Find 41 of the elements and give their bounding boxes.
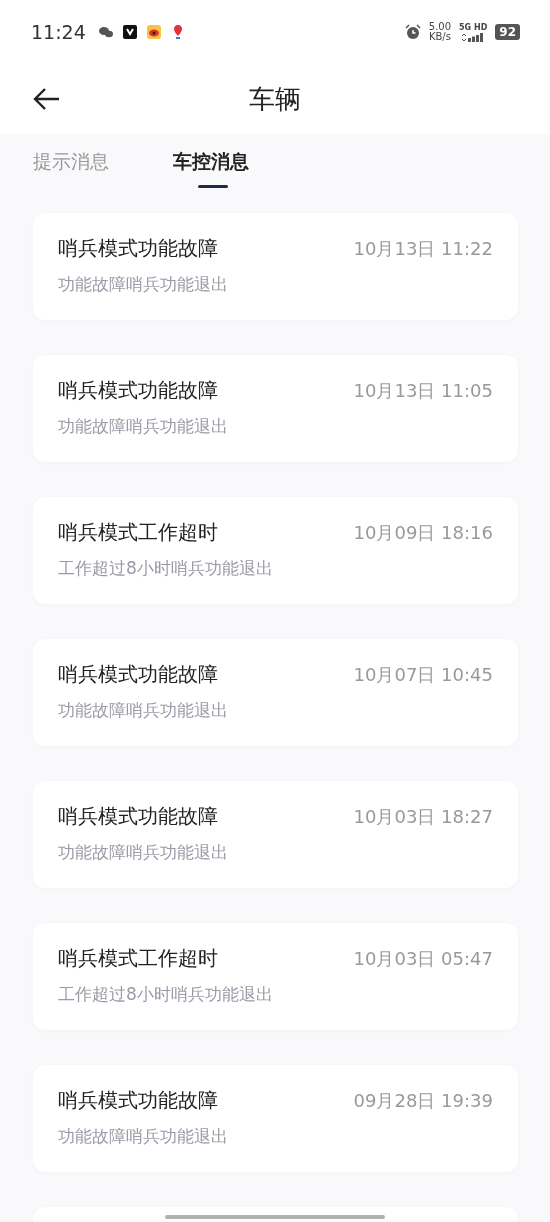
- alarm-clock-icon: [404, 24, 421, 40]
- message-title: 哨兵模式功能故障: [58, 1087, 218, 1114]
- message-detail: 工作超过8小时哨兵功能退出: [58, 557, 274, 580]
- signal-icon: [461, 32, 486, 42]
- message-detail: 功能故障哨兵功能退出: [58, 1125, 229, 1148]
- message-time: 09月28日 19:39: [353, 1088, 493, 1113]
- message-time: 10月03日 05:47: [353, 946, 493, 971]
- message-title: 哨兵模式功能故障: [58, 235, 218, 262]
- message-time: 10月03日 18:27: [353, 804, 493, 829]
- message-card[interactable]: 哨兵模式工作超时 10月09日 18:16 工作超过8小时哨兵功能退出: [33, 497, 518, 604]
- network-type: 5G HD: [459, 22, 488, 32]
- message-title: 哨兵模式功能故障: [58, 803, 218, 830]
- message-detail: 功能故障哨兵功能退出: [58, 273, 229, 296]
- tab-indicator: [198, 185, 228, 188]
- message-card[interactable]: 哨兵模式功能故障 09月28日 19:39 功能故障哨兵功能退出: [33, 1065, 518, 1172]
- net-speed: 5.00: [428, 22, 452, 32]
- message-detail: 功能故障哨兵功能退出: [58, 415, 229, 438]
- message-card[interactable]: 哨兵模式功能故障 10月13日 11:05 功能故障哨兵功能退出: [33, 355, 518, 462]
- message-card[interactable]: 哨兵模式功能故障 10月13日 11:22 功能故障哨兵功能退出: [33, 213, 518, 320]
- tab[interactable]: 车控消息: [173, 146, 249, 176]
- message-time: 10月13日 11:05: [353, 378, 493, 403]
- page-title: 车辆: [248, 82, 302, 116]
- message-title: 哨兵模式功能故障: [58, 661, 218, 688]
- status-time: 11:24: [31, 21, 86, 43]
- message-time: 10月09日 18:16: [353, 520, 493, 545]
- eye-app-icon: [145, 24, 162, 40]
- chat-bubbles-icon: [97, 24, 114, 40]
- message-time: 10月13日 11:22: [353, 236, 493, 261]
- net-unit: KB/s: [428, 32, 451, 42]
- message-detail: 功能故障哨兵功能退出: [58, 841, 229, 864]
- message-card[interactable]: 哨兵模式功能故障 10月07日 10:45 功能故障哨兵功能退出: [33, 639, 518, 746]
- message-title: 哨兵模式工作超时: [58, 945, 218, 972]
- message-time: 10月07日 10:45: [353, 662, 493, 687]
- message-detail: 工作超过8小时哨兵功能退出: [58, 983, 274, 1006]
- message-card[interactable]: 哨兵模式工作超时 10月03日 05:47 工作超过8小时哨兵功能退出: [33, 923, 518, 1030]
- message-title: 哨兵模式功能故障: [58, 377, 218, 404]
- message-title: 哨兵模式工作超时: [58, 519, 218, 546]
- message-detail: 功能故障哨兵功能退出: [58, 699, 229, 722]
- battery-level: 92: [495, 24, 520, 40]
- message-card[interactable]: 哨兵模式功能故障 10月03日 18:27 功能故障哨兵功能退出: [33, 781, 518, 888]
- app-icon: [121, 24, 138, 40]
